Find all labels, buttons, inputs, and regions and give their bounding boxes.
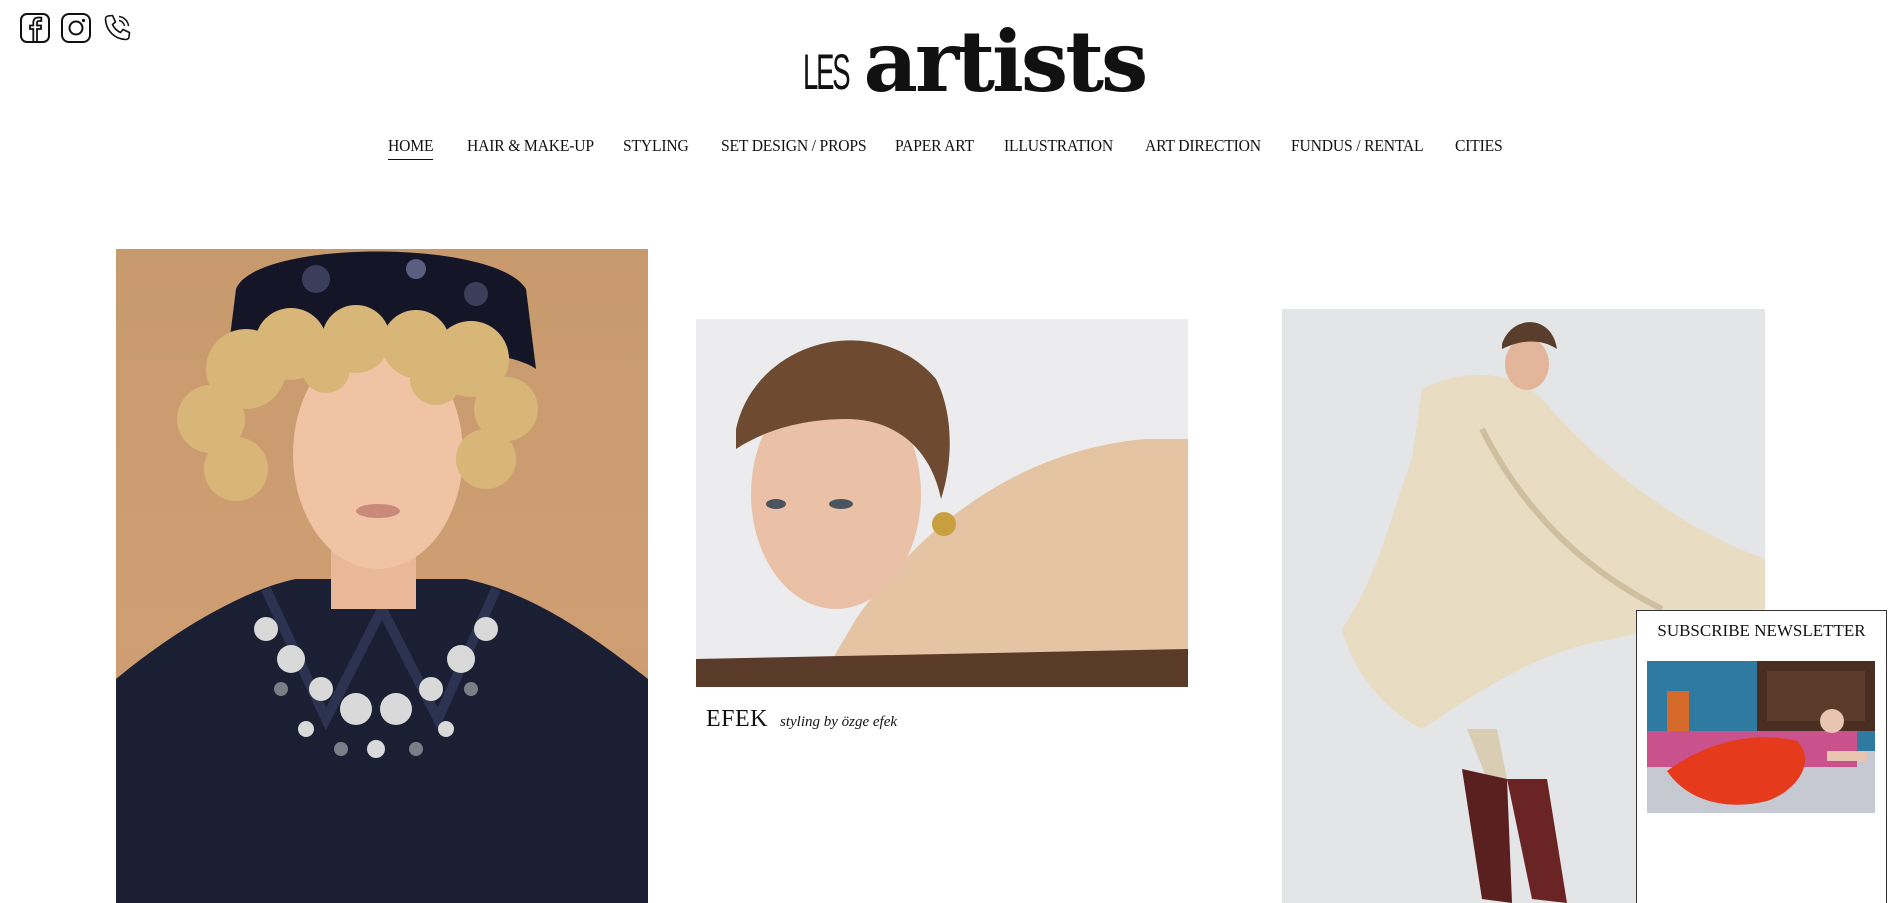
nav-item-styling[interactable]: STYLING (623, 136, 689, 160)
newsletter-box[interactable]: SUBSCRIBE NEWSLETTER (1636, 610, 1887, 903)
nav-item-paper-art[interactable]: PAPER ART (895, 136, 974, 160)
newsletter-image (1647, 661, 1875, 813)
nav-item-cities[interactable]: CITIES (1455, 136, 1503, 160)
site-logo[interactable]: LES artists (803, 12, 1148, 104)
nav-item-fundus-rental[interactable]: FUNDUS / RENTAL (1291, 136, 1424, 160)
portrait-curly-hair-image (116, 251, 648, 903)
portrait-curly-hair-photo[interactable] (116, 249, 648, 903)
gallery-caption-title[interactable]: EFEK (706, 706, 768, 733)
main-navigation: HOME HAIR & MAKE-UP STYLING SET DESIGN /… (388, 136, 1507, 160)
portrait-slicked-hair-photo[interactable] (696, 319, 1188, 687)
gallery-caption: EFEK styling by özge efek (706, 706, 897, 733)
nav-item-art-direction[interactable]: ART DIRECTION (1145, 136, 1261, 160)
phone-icon[interactable] (101, 12, 133, 44)
gallery-caption-credit: styling by özge efek (780, 714, 898, 730)
nav-item-illustration[interactable]: ILLUSTRATION (1004, 136, 1113, 160)
facebook-icon[interactable] (19, 12, 51, 44)
nav-item-set-design-props[interactable]: SET DESIGN / PROPS (721, 136, 867, 160)
nav-item-home[interactable]: HOME (388, 136, 434, 160)
instagram-icon[interactable] (60, 12, 92, 44)
social-links (19, 12, 133, 44)
logo-prefix: LES (803, 44, 851, 100)
logo-name: artists (863, 12, 1149, 112)
newsletter-title[interactable]: SUBSCRIBE NEWSLETTER (1637, 621, 1886, 641)
nav-item-hair-make-up[interactable]: HAIR & MAKE-UP (467, 136, 594, 160)
portrait-slicked-hair-image (696, 319, 1188, 687)
